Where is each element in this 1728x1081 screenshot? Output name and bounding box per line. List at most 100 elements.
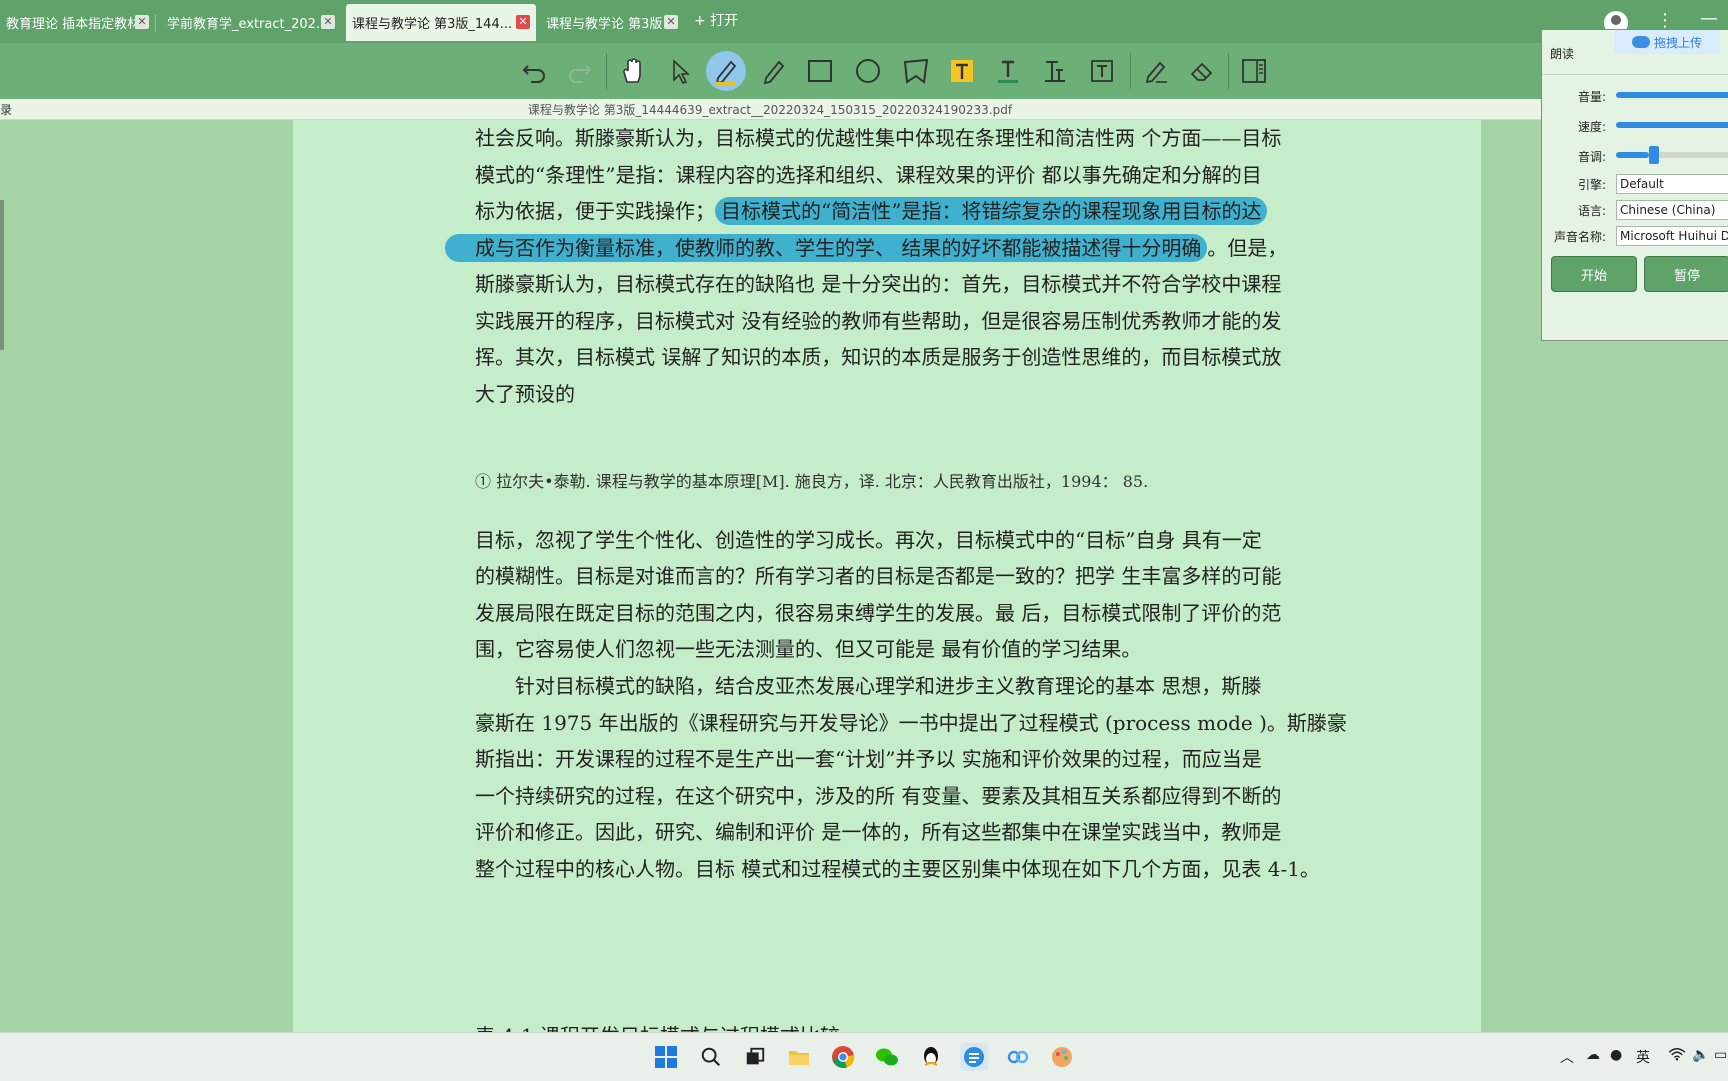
highlight-annotation[interactable]: 成与否作为衡量标准，使教师的教、学生的学、 结果的好坏都能被描述得十分明确 [445,234,1208,262]
volume-slider[interactable] [1616,92,1728,98]
pencil-icon[interactable] [754,51,794,91]
text-line: 评价和修正。因此，研究、编制和评价 是一体的，所有这些都集中在课堂实践当中，教师… [475,820,1282,844]
left-panel-edge[interactable] [0,200,4,350]
eraser-icon[interactable] [1182,51,1222,91]
more-vertical-icon[interactable]: ⋮ [1656,10,1674,31]
volume-label: 音量: [1577,90,1606,104]
signature-pen-icon[interactable] [1136,51,1176,91]
close-icon[interactable]: ✕ [664,15,678,29]
toolbar-separator [1130,53,1131,89]
text-line: 成与否作为衡量标准，使教师的教、学生的学、 结果的好坏都能被描述得十分明确 。但是… [445,232,1287,262]
chrome-icon[interactable] [829,1043,857,1071]
start-button[interactable]: 开始 [1551,256,1637,292]
text-line: 挥。其次，目标模式 误解了知识的本质，知识的本质是服务于创造性思维的，而目标模式… [475,345,1282,369]
footnote: ① 拉尔夫•泰勒. 课程与教学的基本原理[M]. 施良方，译. 北京：人民教育出… [475,472,1149,491]
tab-4[interactable]: 课程与教学论 第3版 ✕ [540,4,684,41]
highlight-annotation[interactable]: 目标模式的“简洁性”是指：将错综复杂的课程现象用目标的达 [715,197,1268,225]
cloud-icon[interactable]: ☁ [1586,1047,1600,1063]
text-line: 斯滕豪斯认为，目标模式存在的缺陷也 是十分突出的：首先，目标模式并不符合学校中课… [475,272,1282,296]
battery-icon[interactable]: ▭ [1714,1047,1727,1063]
toolbar-separator [1228,53,1229,89]
upload-label: 拖拽上传 [1653,35,1702,50]
tab-3-active[interactable]: 课程与教学论 第3版_144... ✕ [346,4,536,41]
text-frame-icon[interactable] [1082,51,1122,91]
polygon-icon[interactable] [896,51,936,91]
text-line: 豪斯在 1975 年出版的《课程研究与开发导论》一书中提出了过程模式 (proc… [475,711,1347,735]
text-line: 模式的“条理性”是指：课程内容的选择和组织、课程效果的评价 都以事先确定和分解的… [475,163,1262,187]
hand-icon[interactable] [612,51,652,91]
qq-icon[interactable] [917,1043,945,1071]
text-line: 标为依据，便于实践操作； 目标模式的“简洁性”是指：将错综复杂的课程现象用目标的达 [475,195,1268,225]
baidu-netdisk-icon[interactable] [1004,1043,1032,1071]
drag-upload-button[interactable]: 拖拽上传 [1614,30,1720,54]
tab-label: 课程与教学论 第3版_144... [352,17,513,32]
text-line: 实践展开的程序，目标模式对 没有经验的教师有些帮助，但是很容易压制优秀教师才能的… [475,309,1282,333]
voice-label: 声音名称: [1553,230,1606,244]
language-label: 语言: [1577,204,1606,218]
select-arrow-icon[interactable] [660,51,700,91]
undo-icon[interactable] [514,51,554,91]
pause-button[interactable]: 暂停 [1644,256,1728,292]
windows-taskbar: ︿ ☁ ● 英 🔈 ▭ [0,1032,1728,1081]
panel-divider [1542,74,1728,75]
close-icon[interactable]: ✕ [135,15,149,29]
tab-1[interactable]: 教育理论 插本指定教材 ✕ [0,4,156,41]
engine-select[interactable]: Default [1616,174,1728,194]
cloud-upload-icon [1631,36,1650,48]
ime-indicator[interactable]: 英 [1636,1047,1650,1067]
toolbar-separator [606,53,607,89]
paint-app-icon[interactable] [1048,1043,1076,1071]
redo-icon[interactable] [560,51,600,91]
speed-slider[interactable] [1616,122,1728,128]
close-icon[interactable]: ✕ [516,15,530,29]
tab-2[interactable]: 学前教育学_extract_202... ✕ [161,4,341,41]
pdf-page: 社会反响。斯滕豪斯认为，目标模式的优越性集中体现在条理性和简洁性两 个方面——目… [293,120,1481,1032]
pitch-label: 音调: [1577,150,1606,164]
tab-label: 教育理论 插本指定教材 [6,17,141,32]
search-icon[interactable] [697,1043,725,1071]
text-line: 社会反响。斯滕豪斯认为，目标模式的优越性集中体现在条理性和简洁性两 个方面——目… [475,126,1282,150]
text-line: 斯指出：开发课程的过程不是生产出一套“计划”并予以 实施和评价效果的过程，而应当… [475,747,1262,771]
close-icon[interactable]: ✕ [321,15,335,29]
sidebar-panel-icon[interactable] [1234,51,1274,91]
text-strikethrough-icon[interactable] [1034,51,1074,91]
tab-separator [155,14,156,32]
text-box-highlight-icon[interactable] [942,51,982,91]
text-line: 发展局限在既定目标的范围之内，很容易束缚学生的发展。最 后，目标模式限制了评价的… [475,601,1282,625]
rectangle-icon[interactable] [800,51,840,91]
read-aloud-panel: 朗读 拖拽上传 音量: 速度: 音调: 引擎: Default 语言: Chin… [1541,29,1728,341]
text-line: 针对目标模式的缺陷，结合皮亚杰发展心理学和进步主义教育理论的基本 思想，斯滕 [475,674,1262,698]
open-tab-button[interactable]: + 打开 [694,10,738,30]
text-line: 的模糊性。目标是对谁而言的？所有学习者的目标是否都是一致的？把学 生丰富多样的可… [475,564,1282,588]
speed-label: 速度: [1577,120,1606,134]
task-view-icon[interactable] [741,1043,769,1071]
language-select[interactable]: Chinese (China) [1616,200,1728,220]
text-line: 一个持续研究的过程，在这个研究中，涉及的所 有变量、要素及其相互关系都应得到不断… [475,784,1282,808]
panel-title: 朗读 [1550,47,1575,61]
annotation-toolbar [0,43,1728,99]
voice-select[interactable]: Microsoft Huihui Desktop [1616,226,1728,246]
text-line: 大了预设的 [475,382,575,406]
text-line: 目标，忽视了学生个性化、创造性的学习成长。再次，目标模式中的“目标”自身 具有一… [475,528,1262,552]
speaker-icon[interactable]: 🔈 [1692,1047,1709,1063]
tab-label: 课程与教学论 第3版 [546,17,663,32]
engine-label: 引擎: [1577,178,1606,192]
text-line: 整个过程中的核心人物。目标 模式和过程模式的主要区别集中体现在如下几个方面，见表… [475,857,1320,881]
wifi-icon[interactable] [1668,1047,1686,1065]
tray-chevron-up-icon[interactable]: ︿ [1560,1047,1574,1067]
text-underline-icon[interactable] [988,51,1028,91]
tab-label: 学前教育学_extract_202... [167,17,329,32]
minimize-icon[interactable]: — [1700,8,1718,29]
text-line: 围，它容易使人们忽视一些无法测量的、但又可能是 最有价值的学习结果。 [475,637,1142,661]
document-filename: 课程与教学论 第3版_14444639_extract__20220324_15… [527,103,1013,117]
pdf-reader-app-icon[interactable] [960,1043,988,1071]
qq-tray-icon[interactable]: ● [1610,1047,1622,1063]
file-explorer-icon[interactable] [785,1043,813,1071]
wechat-icon[interactable] [873,1043,901,1071]
windows-start-icon[interactable] [652,1043,680,1071]
tab-bar: 教育理论 插本指定教材 ✕ 学前教育学_extract_202... ✕ 课程与… [0,0,1728,43]
highlighter-icon[interactable] [706,51,746,91]
filename-bar: 录 课程与教学论 第3版_14444639_extract__20220324_… [0,99,1728,120]
pitch-slider-thumb[interactable] [1649,146,1659,164]
ellipse-icon[interactable] [848,51,888,91]
